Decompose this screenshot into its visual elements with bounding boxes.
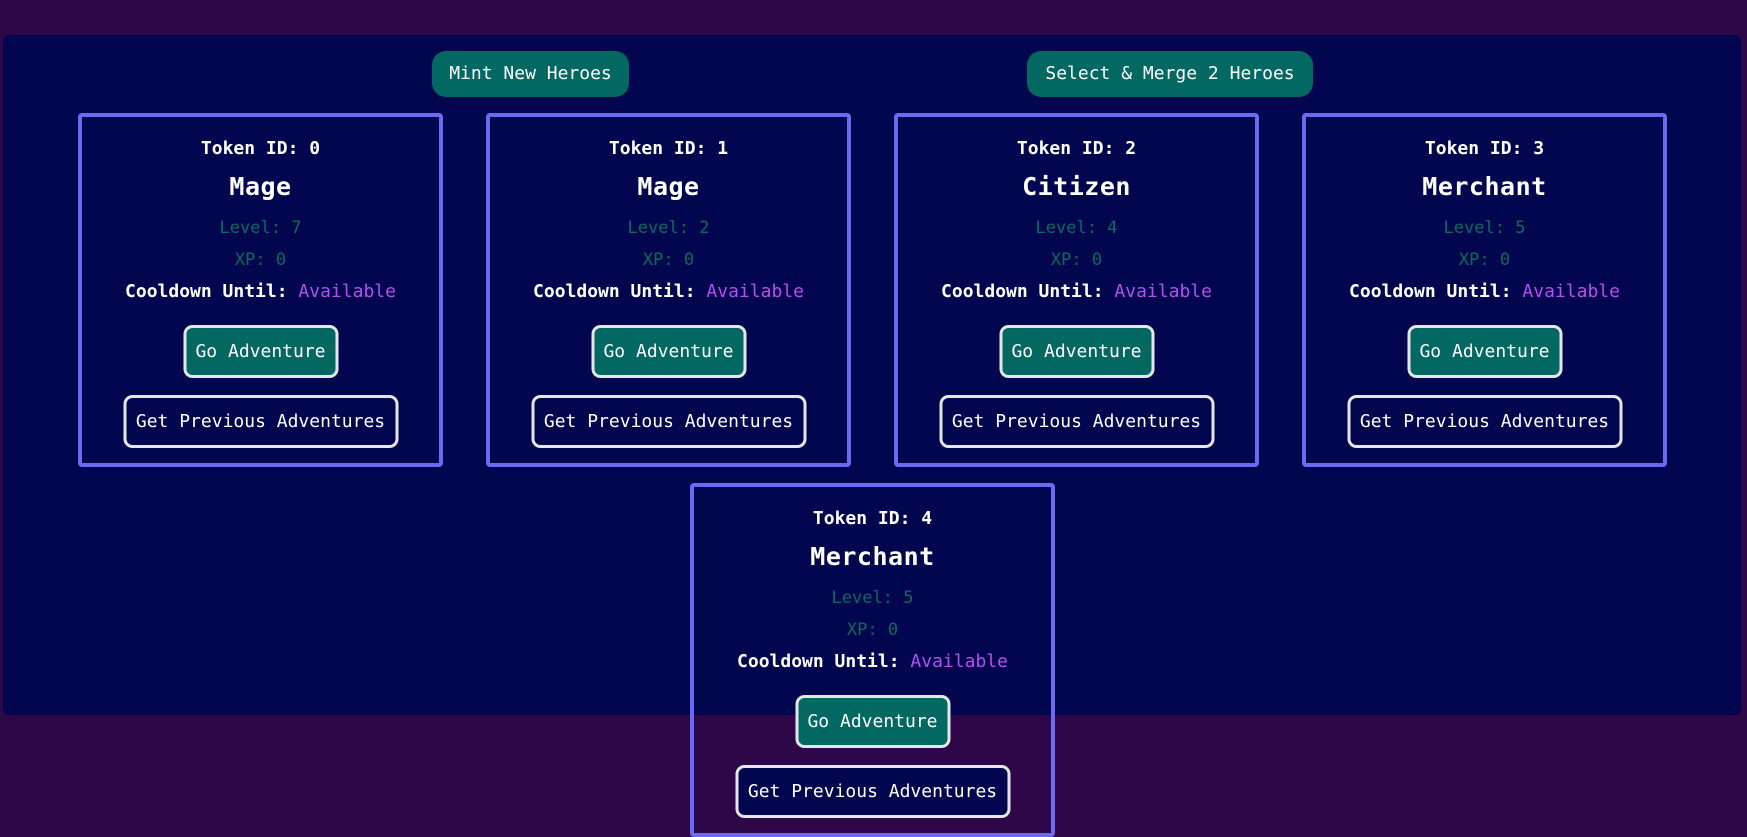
hero-class-name: Citizen (1022, 172, 1131, 201)
hero-card: Token ID: 1 Mage Level: 2 XP: 0 Cooldown Unt… (486, 113, 851, 467)
hero-xp: XP: 0 (490, 250, 847, 270)
hero-card: Token ID: 0 Mage Level: 7 XP: 0 Cooldown Unt… (78, 113, 443, 467)
cooldown-value: Available (910, 651, 1008, 672)
token-id-value: 4 (921, 508, 933, 529)
cooldown-row: Cooldown Until: Available (490, 281, 847, 302)
token-id-text: Token ID: 3 (1306, 138, 1663, 159)
mint-new-heroes-button[interactable]: Mint New Heroes (432, 51, 629, 97)
token-id-label: Token ID: (200, 138, 310, 159)
xp-value: 0 (1091, 250, 1103, 270)
cooldown-label: Cooldown Until: (941, 281, 1104, 302)
get-previous-adventures-button[interactable]: Get Previous Adventures (1347, 395, 1622, 448)
hero-card: Token ID: 2 Citizen Level: 4 XP: 0 Cooldown … (894, 113, 1259, 467)
cooldown-value: Available (1114, 281, 1212, 302)
level-label: Level: (1035, 218, 1108, 238)
get-previous-adventures-button[interactable]: Get Previous Adventures (123, 395, 398, 448)
go-adventure-button[interactable]: Go Adventure (591, 325, 746, 378)
token-id-label: Token ID: (1424, 138, 1534, 159)
hero-card: Token ID: 4 Merchant Level: 5 XP: 0 Cooldown… (690, 483, 1055, 837)
xp-label: XP: (234, 250, 276, 270)
xp-value: 0 (275, 250, 287, 270)
cooldown-row: Cooldown Until: Available (1306, 281, 1663, 302)
hero-level: Level: 2 (490, 218, 847, 238)
token-id-text: Token ID: 1 (490, 138, 847, 159)
merge-heroes-button[interactable]: Select & Merge 2 Heroes (1027, 51, 1313, 97)
token-id-text: Token ID: 2 (898, 138, 1255, 159)
token-id-label: Token ID: (608, 138, 718, 159)
xp-value: 0 (683, 250, 695, 270)
hero-card: Token ID: 3 Merchant Level: 5 XP: 0 Cooldown… (1302, 113, 1667, 467)
token-id-label: Token ID: (812, 508, 922, 529)
hero-level: Level: 5 (1306, 218, 1663, 238)
token-id-value: 3 (1533, 138, 1545, 159)
token-id-value: 0 (309, 138, 321, 159)
xp-value: 0 (1499, 250, 1511, 270)
level-value: 5 (1515, 218, 1526, 238)
hero-class-name: Merchant (810, 542, 935, 571)
xp-label: XP: (1458, 250, 1500, 270)
cooldown-row: Cooldown Until: Available (898, 281, 1255, 302)
level-value: 2 (699, 218, 710, 238)
cooldown-label: Cooldown Until: (737, 651, 900, 672)
level-label: Level: (627, 218, 700, 238)
hero-class-name: Merchant (1422, 172, 1547, 201)
get-previous-adventures-button[interactable]: Get Previous Adventures (939, 395, 1214, 448)
token-id-text: Token ID: 4 (694, 508, 1051, 529)
cooldown-row: Cooldown Until: Available (82, 281, 439, 302)
level-value: 7 (291, 218, 302, 238)
xp-label: XP: (1050, 250, 1092, 270)
cooldown-value: Available (298, 281, 396, 302)
hero-class-name: Mage (637, 172, 700, 201)
token-id-text: Token ID: 0 (82, 138, 439, 159)
level-value: 4 (1107, 218, 1118, 238)
xp-value: 0 (887, 620, 899, 640)
cooldown-label: Cooldown Until: (533, 281, 696, 302)
xp-label: XP: (846, 620, 888, 640)
cooldown-row: Cooldown Until: Available (694, 651, 1051, 672)
xp-label: XP: (642, 250, 684, 270)
hero-xp: XP: 0 (694, 620, 1051, 640)
get-previous-adventures-button[interactable]: Get Previous Adventures (735, 765, 1010, 818)
hero-xp: XP: 0 (1306, 250, 1663, 270)
go-adventure-button[interactable]: Go Adventure (183, 325, 338, 378)
level-label: Level: (219, 218, 292, 238)
go-adventure-button[interactable]: Go Adventure (795, 695, 950, 748)
hero-level: Level: 4 (898, 218, 1255, 238)
go-adventure-button[interactable]: Go Adventure (999, 325, 1154, 378)
cooldown-label: Cooldown Until: (1349, 281, 1512, 302)
level-label: Level: (831, 588, 904, 608)
cooldown-value: Available (1522, 281, 1620, 302)
go-adventure-button[interactable]: Go Adventure (1407, 325, 1562, 378)
token-id-label: Token ID: (1016, 138, 1126, 159)
cooldown-label: Cooldown Until: (125, 281, 288, 302)
token-id-value: 1 (717, 138, 729, 159)
hero-level: Level: 5 (694, 588, 1051, 608)
get-previous-adventures-button[interactable]: Get Previous Adventures (531, 395, 806, 448)
hero-class-name: Mage (229, 172, 292, 201)
token-id-value: 2 (1125, 138, 1137, 159)
hero-xp: XP: 0 (82, 250, 439, 270)
level-label: Level: (1443, 218, 1516, 238)
hero-xp: XP: 0 (898, 250, 1255, 270)
level-value: 5 (903, 588, 914, 608)
hero-level: Level: 7 (82, 218, 439, 238)
cooldown-value: Available (706, 281, 804, 302)
